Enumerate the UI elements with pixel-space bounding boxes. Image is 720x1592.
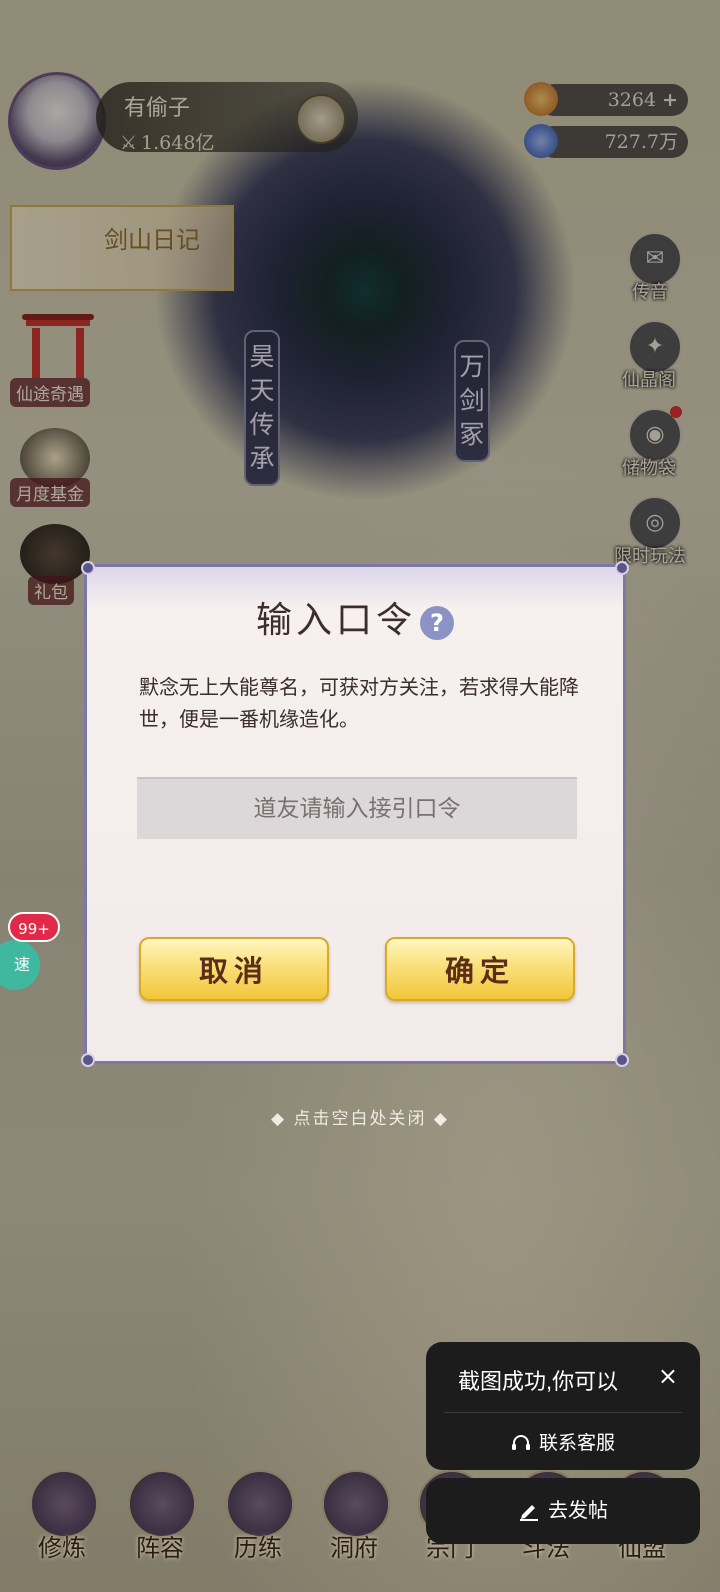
nav-label: 历练 <box>234 1534 282 1562</box>
nav-label: 阵容 <box>136 1534 184 1562</box>
divider <box>444 1412 682 1413</box>
post-label: 去发帖 <box>548 1500 608 1522</box>
corner-ornament <box>81 1053 95 1067</box>
corner-ornament <box>615 1053 629 1067</box>
nav-lineup[interactable]: 阵容 <box>120 1464 200 1592</box>
notification-count-badge: 99+ <box>8 912 60 942</box>
nav-training[interactable]: 历练 <box>218 1464 298 1592</box>
screenshot-toast: 截图成功,你可以 × 联系客服 <box>426 1342 700 1470</box>
nav-label: 修炼 <box>38 1534 86 1562</box>
nav-cultivate[interactable]: 修炼 <box>22 1464 102 1592</box>
dialog-title: 输入口令? <box>87 591 623 643</box>
diamond-icon: ◆ <box>271 1109 294 1129</box>
close-icon[interactable]: × <box>658 1362 678 1390</box>
headset-icon <box>511 1435 530 1450</box>
password-input[interactable] <box>137 777 577 839</box>
toast-message: 截图成功,你可以 <box>458 1369 619 1394</box>
diamond-icon: ◆ <box>426 1109 449 1129</box>
customer-service-button[interactable]: 联系客服 <box>426 1428 700 1455</box>
nav-label: 洞府 <box>330 1534 378 1562</box>
password-dialog: 输入口令? 默念无上大能尊名，可获对方关注，若求得大能降世，便是一番机缘造化。 … <box>81 561 629 1067</box>
dialog-description: 默念无上大能尊名，可获对方关注，若求得大能降世，便是一番机缘造化。 <box>139 675 579 731</box>
customer-service-label: 联系客服 <box>538 1433 615 1454</box>
help-icon[interactable]: ? <box>420 606 454 640</box>
nav-cave[interactable]: 洞府 <box>314 1464 394 1592</box>
corner-ornament <box>615 561 629 575</box>
dialog-title-text: 输入口令 <box>255 600 416 641</box>
cancel-button[interactable]: 取消 <box>139 937 329 1001</box>
pencil-icon <box>520 1505 538 1521</box>
confirm-button[interactable]: 确定 <box>385 937 575 1001</box>
post-button[interactable]: 去发帖 <box>426 1478 700 1544</box>
close-hint: ◆ 点击空白处关闭 ◆ <box>0 1104 720 1129</box>
close-hint-text: 点击空白处关闭 <box>293 1109 427 1129</box>
corner-ornament <box>81 561 95 575</box>
